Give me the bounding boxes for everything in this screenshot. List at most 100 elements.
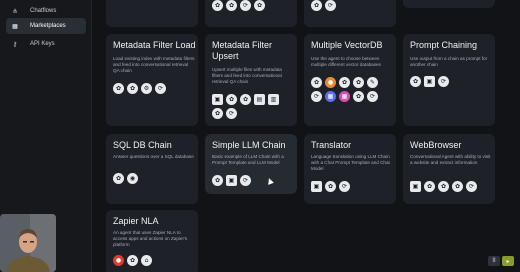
card-translator[interactable]: Translator Language translation using LL… xyxy=(304,134,396,204)
card-icons: ✿ ▣ ⟳ xyxy=(410,76,490,87)
integration-icon: ✿ xyxy=(113,173,124,184)
integration-icon: ✿ xyxy=(240,94,251,105)
integration-icon: ✿ xyxy=(127,83,138,94)
integration-icon: ✿ xyxy=(226,0,237,11)
sidebar-item-marketplaces[interactable]: ▦ Marketplaces xyxy=(6,18,86,34)
integration-icon: ✿ xyxy=(353,77,364,88)
card-description: An agent that uses Zapier NLA to access … xyxy=(113,230,188,247)
card-icons: ✿ ▣ ⟳ xyxy=(212,175,292,186)
card-icons: ✿ ✿ ⟳ ✿ xyxy=(212,0,292,11)
card-title: Metadata Filter Upsert xyxy=(212,40,273,61)
integration-icon: ✿ xyxy=(254,0,265,11)
integration-icon: ▣ xyxy=(424,76,435,87)
card-title: Simple LLM Chain xyxy=(212,140,286,150)
card-title: Metadata Filter Load xyxy=(113,40,196,50)
card-sql-db-chain[interactable]: SQL DB Chain Answer questions over a SQL… xyxy=(106,134,198,204)
card-metadata-filter-load[interactable]: Metadata Filter Load Load existing index… xyxy=(106,34,198,126)
card-icons: ✿ ◉ xyxy=(113,173,193,184)
card-partial[interactable] xyxy=(403,0,495,8)
integration-icon: ⚙ xyxy=(141,83,152,94)
card-description: Use output from a chain as prompt for an… xyxy=(410,56,488,67)
integration-icon: ✎ xyxy=(367,77,378,88)
card-multiple-vectordb[interactable]: Multiple VectorDB Use the agent to choos… xyxy=(304,34,396,126)
card-icons: ✿ ⟳ xyxy=(311,0,391,11)
integration-icon: ▥ xyxy=(268,94,279,105)
card-icons: ● ✿ ⌂ xyxy=(113,255,193,266)
integration-icon: ▣ xyxy=(226,175,237,186)
hierarchy-icon: ⋔ xyxy=(12,8,18,15)
integration-icon: ⟳ xyxy=(367,91,378,102)
card-icons: ▣ ✿ ⟳ xyxy=(311,181,391,192)
integration-icon: ✿ xyxy=(410,76,421,87)
card-title: Translator xyxy=(311,140,352,150)
integration-icon: ⟳ xyxy=(155,83,166,94)
integration-icon: ✿ xyxy=(311,77,322,88)
card-metadata-filter-upsert[interactable]: Metadata Filter Upsert Upsert multiple f… xyxy=(205,34,297,126)
card-prompt-chaining[interactable]: Prompt Chaining Use output from a chain … xyxy=(403,34,495,126)
card-icons: ▣ ✿ ✿ ✿ ⟳ xyxy=(410,181,490,192)
integration-icon: ▣ xyxy=(212,94,223,105)
integration-icon: ✿ xyxy=(424,181,435,192)
integration-icon: ⟳ xyxy=(311,91,322,102)
sidebar-item-api-keys[interactable]: ⚷ API Keys xyxy=(6,36,86,52)
integration-icon: ▤ xyxy=(254,94,265,105)
presenter-image xyxy=(0,214,56,272)
card-description: Language translation using LLM Chain wit… xyxy=(311,154,390,171)
integration-icon: ✿ xyxy=(353,91,364,102)
integration-icon: ✿ xyxy=(127,255,138,266)
integration-icon: ✿ xyxy=(113,83,124,94)
integration-icon: ✿ xyxy=(212,108,223,119)
card-icons: ✿ ● ✿ ✿ ✎ ⟳ ▦ ▦ ✿ ⟳ xyxy=(311,77,391,102)
integration-icon: ⟳ xyxy=(240,0,251,11)
integration-icon: ✿ xyxy=(311,0,322,11)
card-zapier-nla[interactable]: Zapier NLA An agent that uses Zapier NLA… xyxy=(106,210,198,272)
card-description: Upsert multiple files with metadata filt… xyxy=(212,67,282,84)
integration-icon: ◉ xyxy=(127,173,138,184)
card-partial[interactable]: ✿ ⟳ xyxy=(304,0,396,27)
next-button[interactable]: ▸ xyxy=(502,256,514,266)
key-icon: ⚷ xyxy=(12,41,18,48)
card-description: Use the agent to choose between multiple… xyxy=(311,56,381,67)
integration-icon: ✿ xyxy=(226,94,237,105)
integration-icon: ⟳ xyxy=(325,0,336,11)
card-title: Zapier NLA xyxy=(113,216,159,226)
card-webbrowser[interactable]: WebBrowser Conversational Agent with abi… xyxy=(403,134,495,204)
integration-icon: ⌂ xyxy=(141,255,152,266)
sidebar-item-label: Chatflows xyxy=(30,8,57,14)
integration-icon: ⟳ xyxy=(339,181,350,192)
integration-icon: ✿ xyxy=(339,77,350,88)
integration-icon: ⟳ xyxy=(438,76,449,87)
integration-icon: ✿ xyxy=(438,181,449,192)
card-partial[interactable]: ✿ ✿ ⟳ ✿ xyxy=(205,0,297,27)
card-description: Basic example of LLM Chain with a Prompt… xyxy=(212,154,284,165)
integration-icon: ▣ xyxy=(311,181,322,192)
card-description: Load existing index with metadata filter… xyxy=(113,56,195,73)
card-simple-llm-chain[interactable]: Simple LLM Chain Basic example of LLM Ch… xyxy=(205,134,297,194)
sidebar-item-label: Marketplaces xyxy=(30,23,66,29)
marketplace-icon: ▦ xyxy=(12,23,18,30)
integration-icon: ✿ xyxy=(212,175,223,186)
card-title: Multiple VectorDB xyxy=(311,40,383,50)
integration-icon: ✿ xyxy=(452,181,463,192)
video-controls: II ▸ xyxy=(488,256,514,266)
integration-icon: ● xyxy=(113,255,124,266)
card-partial[interactable] xyxy=(106,0,198,27)
card-title: SQL DB Chain xyxy=(113,140,172,150)
integration-icon: ✿ xyxy=(212,0,223,11)
integration-icon: ⟳ xyxy=(240,175,251,186)
pause-button[interactable]: II xyxy=(488,256,500,266)
sidebar-item-label: API Keys xyxy=(30,41,55,47)
card-title: Prompt Chaining xyxy=(410,40,478,50)
integration-icon: ⟳ xyxy=(226,108,237,119)
card-description: Conversational Agent with ability to vis… xyxy=(410,154,491,165)
card-icons: ✿ ✿ ⚙ ⟳ xyxy=(113,83,193,94)
integration-icon: ▦ xyxy=(325,91,336,102)
sidebar-item-chatflows[interactable]: ⋔ Chatflows xyxy=(6,3,86,19)
card-description: Answer questions over a SQL database xyxy=(113,154,194,159)
card-icons: ▣ ✿ ✿ ▤ ▥ ✿ ⟳ xyxy=(212,94,292,119)
integration-icon: ⟳ xyxy=(466,181,477,192)
integration-icon: ▣ xyxy=(410,181,421,192)
card-title: WebBrowser xyxy=(410,140,462,150)
webcam-overlay xyxy=(0,214,56,272)
integration-icon: ▦ xyxy=(339,91,350,102)
